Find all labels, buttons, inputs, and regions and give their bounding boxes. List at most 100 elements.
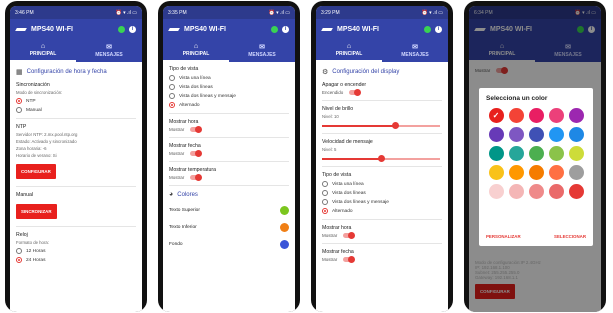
color-option[interactable]	[548, 108, 564, 123]
color-option[interactable]	[508, 184, 524, 199]
speed-slider[interactable]	[322, 155, 440, 162]
color-option[interactable]	[568, 146, 584, 161]
show-date-toggle[interactable]	[343, 256, 356, 263]
phone-2: 3:35 PM ⏰ ▾ .ıl ▭ MPS40 WI-FI i ⌂ PRINCI…	[158, 1, 300, 312]
color-option[interactable]	[488, 165, 504, 180]
radio-label: Alternado	[332, 208, 353, 214]
show-time-toggle[interactable]	[343, 232, 356, 239]
color-option[interactable]	[568, 108, 584, 123]
sincronizar-button[interactable]: SINCRONIZAR	[16, 204, 57, 219]
slider-handle[interactable]	[392, 122, 400, 129]
brightness-slider[interactable]	[322, 122, 440, 129]
color-option[interactable]	[568, 165, 584, 180]
show-time-title: Mostrar hora	[322, 225, 352, 231]
radio-view-two-lines-message[interactable]: Vista dos líneas y mensaje	[169, 93, 289, 99]
color-option[interactable]	[528, 108, 544, 123]
color-option[interactable]	[488, 127, 504, 142]
home-icon: ⌂	[193, 43, 199, 50]
radio-label: Vista una línea	[332, 181, 364, 187]
slider-handle[interactable]	[378, 155, 385, 162]
section-title: ⚙ Configuración del display	[322, 68, 442, 76]
color-option[interactable]	[548, 146, 564, 161]
ntp-title: NTP	[16, 124, 27, 130]
select-button[interactable]: SELECCIONAR	[554, 234, 586, 239]
color-option-selected[interactable]	[488, 108, 504, 123]
tab-mensajes[interactable]: ✉ MENSAJES	[382, 40, 448, 62]
radio-24h[interactable]: 24 Horas	[16, 257, 136, 263]
status-bar: 3:35 PM ⏰ ▾ .ıl ▭	[163, 6, 295, 19]
color-option[interactable]	[508, 127, 524, 142]
color-option[interactable]	[488, 146, 504, 161]
connection-status-icon	[424, 26, 431, 33]
radio-label: Vista dos líneas y mensaje	[179, 93, 236, 99]
tab-principal[interactable]: ⌂ PRINCIPAL	[10, 40, 76, 62]
radio-ntp[interactable]: NTP	[16, 98, 136, 104]
colors-title-text: Colores	[177, 191, 198, 198]
radio-view-one-line[interactable]: Vista una línea	[169, 75, 289, 81]
show-time-toggle[interactable]	[190, 126, 203, 133]
color-swatch[interactable]	[280, 240, 289, 249]
color-option[interactable]	[508, 108, 524, 123]
color-row-label: Texto Superior	[169, 208, 200, 213]
tab-mensajes[interactable]: ✉ MENSAJES	[76, 40, 142, 62]
color-option[interactable]	[508, 146, 524, 161]
info-icon[interactable]: i	[129, 26, 136, 33]
ntp-timezone: Zona horaria: -6	[16, 146, 47, 151]
show-temp-toggle[interactable]	[190, 174, 203, 181]
show-date-row: Mostrar	[322, 256, 442, 263]
info-icon[interactable]: i	[435, 26, 442, 33]
configurar-button[interactable]: CONFIGURAR	[16, 164, 56, 179]
color-row-top-text[interactable]: Texto Superior	[169, 206, 289, 215]
color-option[interactable]	[528, 127, 544, 142]
color-option[interactable]	[568, 184, 584, 199]
radio-view-one-line[interactable]: Vista una línea	[322, 181, 442, 187]
screen-1: 3:46 PM ⏰ ▾ .ıl ▭ MPS40 WI-FI i ⌂ PRINCI…	[10, 6, 142, 312]
show-date-toggle[interactable]	[190, 150, 203, 157]
section-title-text: Configuración del display	[332, 69, 400, 75]
radio-view-alternate[interactable]: Alternado	[322, 208, 442, 214]
radio-view-two-lines[interactable]: Vista dos líneas	[169, 84, 289, 90]
speed-value: Nivel: 5	[322, 147, 337, 152]
tab-principal[interactable]: ⌂ PRINCIPAL	[163, 40, 229, 62]
color-option[interactable]	[548, 165, 564, 180]
radio-label: 24 Horas	[26, 257, 46, 263]
radio-12h[interactable]: 12 Horas	[16, 248, 136, 254]
tab-mensajes[interactable]: ✉ MENSAJES	[229, 40, 295, 62]
customize-button[interactable]: PERSONALIZAR	[486, 234, 521, 239]
radio-view-two-lines[interactable]: Vista dos líneas	[322, 190, 442, 196]
radio-checked-icon	[16, 257, 22, 263]
power-toggle[interactable]	[349, 89, 362, 96]
ntp-server: Servidor NTP: 2.mx.pool.ntp.org	[16, 132, 78, 137]
color-option[interactable]	[528, 146, 544, 161]
app-title: MPS40 WI-FI	[31, 26, 74, 33]
palette-icon: ◕	[169, 191, 174, 198]
color-option[interactable]	[488, 184, 504, 199]
radio-view-alternate[interactable]: Alternado	[169, 102, 289, 108]
color-option[interactable]	[568, 127, 584, 142]
color-option[interactable]	[508, 165, 524, 180]
color-row-bottom-text[interactable]: Texto Inferior	[169, 223, 289, 232]
color-option[interactable]	[548, 127, 564, 142]
radio-label: Vista una línea	[179, 75, 211, 81]
color-row-label: Texto Inferior	[169, 225, 197, 230]
color-option[interactable]	[528, 184, 544, 199]
radio-checked-icon	[169, 102, 175, 108]
radio-view-two-lines-message[interactable]: Vista dos líneas y mensaje	[322, 199, 442, 205]
status-icons: ⏰ ▾ .ıl ▭	[421, 9, 443, 16]
color-option[interactable]	[528, 165, 544, 180]
show-temp-title: Mostrar temperatura	[169, 167, 216, 173]
color-row-background[interactable]: Fondo	[169, 240, 289, 249]
radio-unchecked-icon	[169, 75, 175, 81]
color-swatch[interactable]	[280, 206, 289, 215]
status-bar: 3:29 PM ⏰ ▾ .ıl ▭	[316, 6, 448, 19]
app-logo-icon	[169, 27, 179, 33]
show-time-row: Mostrar	[169, 126, 289, 133]
status-icons: ⏰ ▾ .ıl ▭	[115, 9, 137, 16]
info-icon[interactable]: i	[282, 26, 289, 33]
show-date-title: Mostrar fecha	[322, 249, 354, 255]
app-bar: MPS40 WI-FI i	[10, 19, 142, 40]
radio-manual[interactable]: Manual	[16, 107, 136, 113]
color-swatch[interactable]	[280, 223, 289, 232]
tab-principal[interactable]: ⌂ PRINCIPAL	[316, 40, 382, 62]
color-option[interactable]	[548, 184, 564, 199]
